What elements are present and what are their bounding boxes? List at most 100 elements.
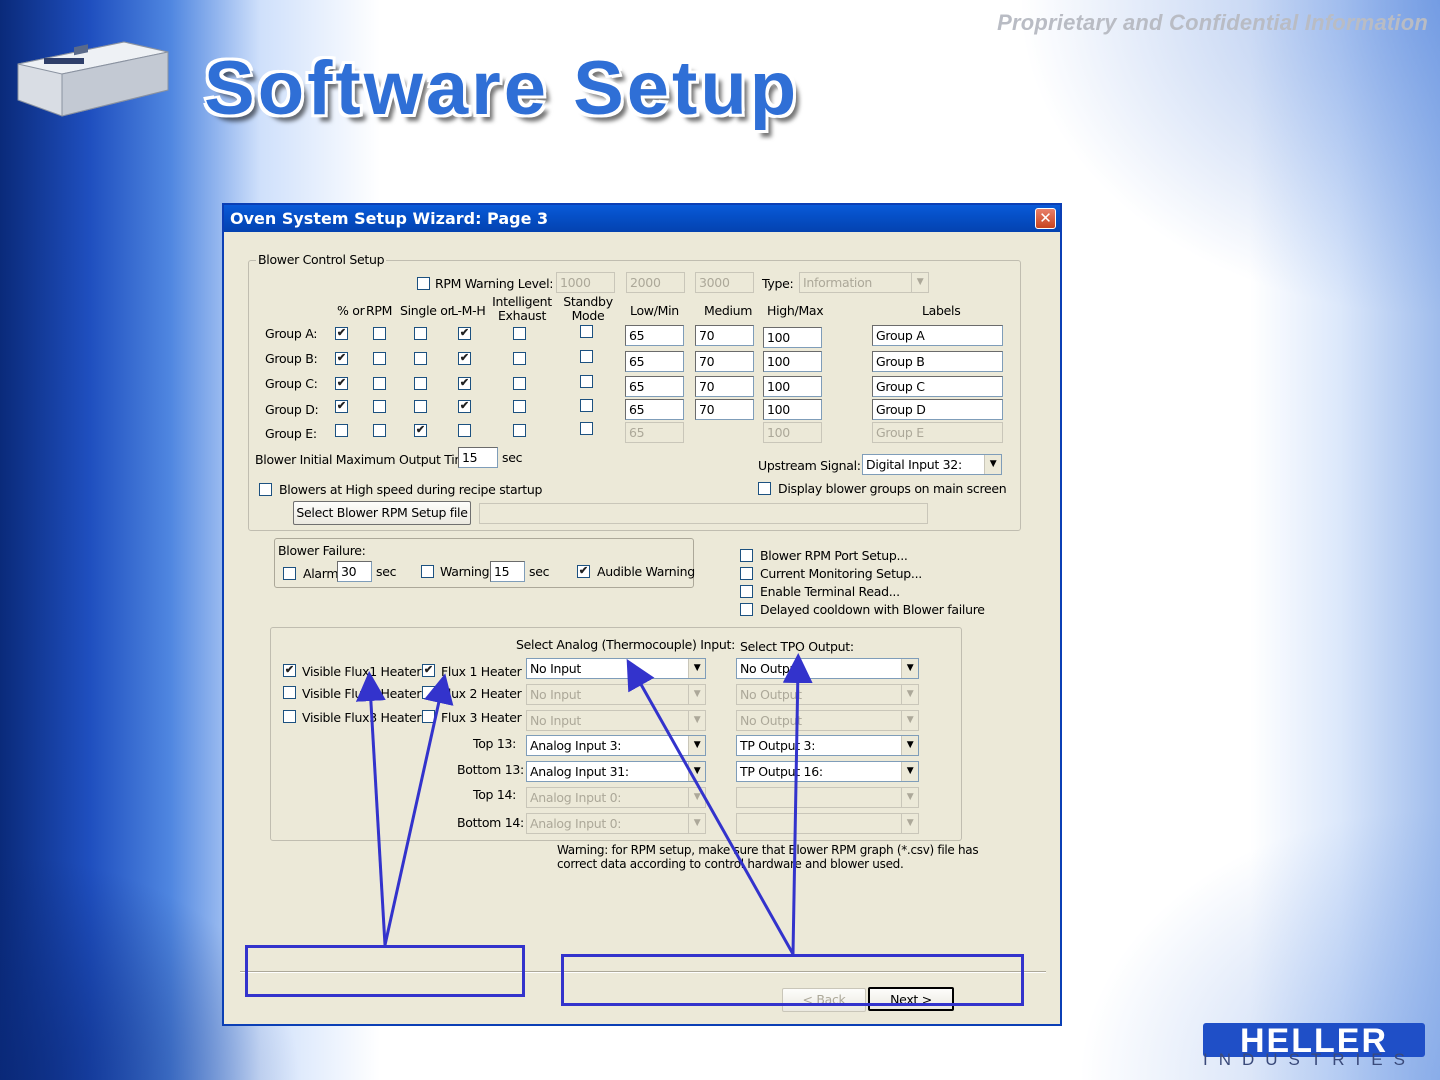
chevron-down-icon: ▼ <box>688 685 705 704</box>
pct-checkbox[interactable] <box>335 377 348 390</box>
pct-checkbox[interactable] <box>335 352 348 365</box>
tpo-top13-dropdown[interactable]: TP Output 3: ▼ <box>736 735 919 756</box>
analog-bottom14-dropdown[interactable]: Analog Input 0: ▼ <box>526 813 706 834</box>
chevron-down-icon: ▼ <box>688 659 705 678</box>
standby-checkbox[interactable] <box>580 422 593 435</box>
standby-checkbox[interactable] <box>580 399 593 412</box>
warning-checkbox[interactable] <box>421 565 434 578</box>
warning-text-line-1: Warning: for RPM setup, make sure that B… <box>557 843 979 857</box>
exhaust-checkbox[interactable] <box>513 377 526 390</box>
dropdown-value: No Output <box>740 687 802 702</box>
high-speed-checkbox[interactable] <box>259 483 272 496</box>
high-field[interactable]: 100 <box>763 399 822 420</box>
medium-field[interactable]: 70 <box>695 399 754 420</box>
single-checkbox[interactable] <box>414 424 427 437</box>
analog-flux1-dropdown[interactable]: No Input ▼ <box>526 658 706 679</box>
rpm-checkbox[interactable] <box>373 352 386 365</box>
low-field[interactable]: 65 <box>625 325 684 346</box>
low-field[interactable]: 65 <box>625 351 684 372</box>
low-field[interactable]: 65 <box>625 422 684 443</box>
pct-checkbox[interactable] <box>335 400 348 413</box>
low-field[interactable]: 65 <box>625 399 684 420</box>
high-field[interactable]: 100 <box>763 376 822 397</box>
analog-flux3-dropdown[interactable]: No Input ▼ <box>526 710 706 731</box>
single-checkbox[interactable] <box>414 327 427 340</box>
lmh-checkbox[interactable] <box>458 424 471 437</box>
tpo-flux2-dropdown[interactable]: No Output ▼ <box>736 684 919 705</box>
rpm-checkbox[interactable] <box>373 400 386 413</box>
low-field[interactable]: 65 <box>625 376 684 397</box>
high-field[interactable]: 100 <box>763 351 822 372</box>
single-checkbox[interactable] <box>414 377 427 390</box>
single-checkbox[interactable] <box>414 352 427 365</box>
standby-checkbox[interactable] <box>580 375 593 388</box>
option-checkbox[interactable] <box>740 585 753 598</box>
audible-warning-label: Audible Warning <box>597 564 695 579</box>
rpm-level-2-field[interactable]: 2000 <box>626 272 685 293</box>
analog-bottom13-dropdown[interactable]: Analog Input 31: ▼ <box>526 761 706 782</box>
analog-flux2-dropdown[interactable]: No Input ▼ <box>526 684 706 705</box>
flux1-checkbox[interactable] <box>422 664 435 677</box>
group-name-field[interactable]: Group B <box>872 351 1003 372</box>
exhaust-checkbox[interactable] <box>513 352 526 365</box>
group-name-field[interactable]: Group C <box>872 376 1003 397</box>
tpo-top14-dropdown[interactable]: ▼ <box>736 787 919 808</box>
visible-flux3-checkbox[interactable] <box>283 710 296 723</box>
tpo-flux1-dropdown[interactable]: No Output ▼ <box>736 658 919 679</box>
rpm-checkbox[interactable] <box>373 377 386 390</box>
rpm-checkbox[interactable] <box>373 327 386 340</box>
alarm-field[interactable]: 30 <box>337 561 372 582</box>
flux2-checkbox[interactable] <box>422 686 435 699</box>
rpm-level-1-field[interactable]: 1000 <box>556 272 615 293</box>
option-checkbox[interactable] <box>740 603 753 616</box>
rpm-checkbox[interactable] <box>373 424 386 437</box>
lmh-checkbox[interactable] <box>458 377 471 390</box>
tpo-flux3-dropdown[interactable]: No Output ▼ <box>736 710 919 731</box>
analog-top13-dropdown[interactable]: Analog Input 3: ▼ <box>526 735 706 756</box>
visible-flux1-checkbox[interactable] <box>283 664 296 677</box>
exhaust-checkbox[interactable] <box>513 327 526 340</box>
lmh-checkbox[interactable] <box>458 352 471 365</box>
alarm-checkbox[interactable] <box>283 567 296 580</box>
analog-top14-dropdown[interactable]: Analog Input 0: ▼ <box>526 787 706 808</box>
option-checkbox[interactable] <box>740 567 753 580</box>
high-field[interactable]: 100 <box>763 422 822 443</box>
pct-checkbox[interactable] <box>335 327 348 340</box>
medium-field[interactable]: 70 <box>695 325 754 346</box>
initial-time-field[interactable]: 15 <box>458 447 498 468</box>
audible-warning-checkbox[interactable] <box>577 565 590 578</box>
rpm-level-3-field[interactable]: 3000 <box>695 272 754 293</box>
exhaust-checkbox[interactable] <box>513 424 526 437</box>
lmh-checkbox[interactable] <box>458 327 471 340</box>
warning-field[interactable]: 15 <box>490 561 525 582</box>
group-label: Group B: <box>265 351 318 366</box>
medium-field[interactable]: 70 <box>695 376 754 397</box>
pct-checkbox[interactable] <box>335 424 348 437</box>
display-groups-checkbox[interactable] <box>758 482 771 495</box>
close-icon[interactable]: ✕ <box>1035 208 1056 229</box>
slide-title: Software Setup <box>204 46 800 131</box>
group-name-field[interactable]: Group A <box>872 325 1003 346</box>
rpm-file-path-field[interactable] <box>479 503 928 524</box>
tpo-bottom14-dropdown[interactable]: ▼ <box>736 813 919 834</box>
option-checkbox[interactable] <box>740 549 753 562</box>
upstream-dropdown[interactable]: Digital Input 32: ▼ <box>862 454 1002 475</box>
select-rpm-file-button[interactable]: Select Blower RPM Setup file <box>293 501 471 525</box>
exhaust-checkbox[interactable] <box>513 400 526 413</box>
type-label: Type: <box>762 276 794 291</box>
single-checkbox[interactable] <box>414 400 427 413</box>
type-dropdown[interactable]: Information ▼ <box>799 272 929 293</box>
lmh-checkbox[interactable] <box>458 400 471 413</box>
high-field[interactable]: 100 <box>763 327 822 348</box>
standby-checkbox[interactable] <box>580 350 593 363</box>
rpm-warning-checkbox[interactable] <box>417 277 430 290</box>
visible-flux2-checkbox[interactable] <box>283 686 296 699</box>
top14-label: Top 14: <box>473 787 517 802</box>
group-name-field[interactable]: Group D <box>872 399 1003 420</box>
group-name-field[interactable]: Group E <box>872 422 1003 443</box>
setup-wizard-dialog: Oven System Setup Wizard: Page 3 ✕ Blowe… <box>222 203 1062 1026</box>
standby-checkbox[interactable] <box>580 325 593 338</box>
medium-field[interactable]: 70 <box>695 351 754 372</box>
tpo-bottom13-dropdown[interactable]: TP Output 16: ▼ <box>736 761 919 782</box>
flux3-checkbox[interactable] <box>422 710 435 723</box>
